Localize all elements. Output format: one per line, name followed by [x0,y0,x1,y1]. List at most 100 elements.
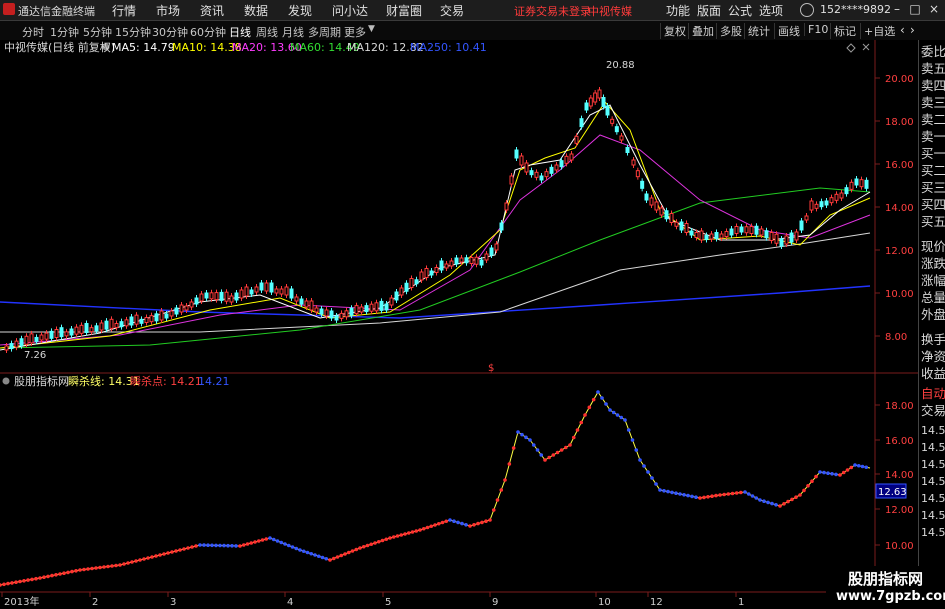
panel-value-7: 14.56 [921,526,945,539]
menu-banmian[interactable]: 版面 [697,2,721,19]
high-price-annotation: 20.88 [606,60,635,71]
close-icon[interactable]: × [925,2,943,17]
panel-value-6: 14.56 [921,509,945,522]
indicator-axis-tick: 12.00 [885,505,914,516]
maximize-icon[interactable]: □ [906,2,924,17]
panel-auto-trade[interactable]: 自动 [921,385,945,402]
panel-value-5: 14.56 [921,492,945,505]
period-monthly[interactable]: 月线 [282,24,304,40]
period-weekly[interactable]: 周线 [256,24,278,40]
user-icon[interactable] [800,3,814,17]
panel-buy3[interactable]: 买三 [921,179,945,196]
title-bar: 通达信金融终端 行情 市场 资讯 数据 发现 问小达 财富圈 交易 证券交易未登… [0,0,945,21]
ma250-label: MA250: 10.41 [410,41,487,54]
date-axis-tick: 5 [385,597,391,608]
menu-zixun[interactable]: 资讯 [200,2,224,19]
indicator-axis-tick: 18.00 [885,401,914,412]
period-daily[interactable]: 日线 [229,24,251,40]
panel-sell2[interactable]: 卖二 [921,111,945,128]
period-fenshi[interactable]: 分时 [22,24,44,40]
panel-value-3: 14.56 [921,458,945,471]
more-dropdown-icon[interactable]: ▼ [368,24,375,34]
panel-change-pct[interactable]: 涨幅 [921,272,945,289]
period-1min[interactable]: 1分钟 [50,24,79,40]
stock-header-label: 中视传媒(日线 前复权) [4,40,115,54]
panel-buy1[interactable]: 买一 [921,145,945,162]
tool-tongji[interactable]: 统计 [744,23,773,39]
app-logo-icon [3,3,15,15]
low-price-annotation: 7.26 [24,350,46,361]
panel-sell4[interactable]: 卖四 [921,77,945,94]
tool-fuquan[interactable]: 复权 [660,23,689,39]
price-axis-tick: 18.00 [885,117,914,128]
quote-side-panel: 委比 卖五 卖四 卖三 卖二 卖一 买一 买二 买三 买四 买五 现价 涨跌 涨… [918,40,945,609]
date-axis-tick: 2013年 [4,595,39,608]
panel-net-assets[interactable]: 净资 [921,348,945,365]
tool-huaxian[interactable]: 画线 [774,23,803,39]
panel-sell1[interactable]: 卖一 [921,128,945,145]
panel-buy4[interactable]: 买四 [921,196,945,213]
user-phone[interactable]: 152****9892 [820,3,891,16]
panel-trade[interactable]: 交易 [921,402,945,419]
price-axis-tick: 14.00 [885,203,914,214]
menu-wenxiaoda[interactable]: 问小达 [332,2,368,19]
menu-xuanxiang[interactable]: 选项 [759,2,783,19]
price-axis-tick: 20.00 [885,74,914,85]
menu-caifuquan[interactable]: 财富圈 [386,2,422,19]
period-5min[interactable]: 5分钟 [83,24,112,40]
watermark-url: www.7gpzb.com [836,589,945,604]
login-warning[interactable]: 证券交易未登录 [514,3,591,19]
period-60min[interactable]: 60分钟 [190,24,226,40]
watermark: 股朋指标网 www.7gpzb.com [826,566,945,609]
panel-change[interactable]: 涨跌 [921,255,945,272]
date-axis-tick: 10 [598,597,611,608]
menu-shichang[interactable]: 市场 [156,2,180,19]
menu-gongshi[interactable]: 公式 [728,2,752,19]
app-name: 通达信金融终端 [18,5,95,18]
ma5-label: MA5: 14.79 [112,41,175,54]
minimize-icon[interactable]: – [888,2,906,17]
panel-earnings[interactable]: 收益 [921,365,945,382]
panel-buy5[interactable]: 买五 [921,213,945,230]
prev-arrow-icon[interactable]: ‹ [900,23,905,37]
period-15min[interactable]: 15分钟 [115,24,151,40]
price-axis-tick: 16.00 [885,160,914,171]
panel-buy2[interactable]: 买二 [921,162,945,179]
panel-sell5[interactable]: 卖五 [921,60,945,77]
price-axis-tick: 12.00 [885,246,914,257]
date-axis-tick: 4 [287,597,293,608]
panel-outer-vol[interactable]: 外盘 [921,306,945,323]
menu-jiaoyi[interactable]: 交易 [440,2,464,19]
period-multi[interactable]: 多周期 [308,24,341,40]
panel-turnover[interactable]: 换手 [921,331,945,348]
menu-gongneng[interactable]: 功能 [666,2,690,19]
menu-hangqing[interactable]: 行情 [112,2,136,19]
menu-shuju[interactable]: 数据 [244,2,268,19]
indicator-blue-label: 14.21 [198,375,230,388]
panel-volume[interactable]: 总量 [921,289,945,306]
menu-faxian[interactable]: 发现 [288,2,312,19]
panel-sell3[interactable]: 卖三 [921,94,945,111]
date-axis-tick: 2 [92,597,98,608]
date-axis-tick: 12 [650,597,663,608]
indicator-settings-icon[interactable] [2,377,10,385]
dividend-marker: $ [488,363,494,374]
tool-biaoji[interactable]: 标记 [830,23,859,39]
tool-zixuan[interactable]: +自选 [860,23,898,39]
date-axis-tick: 9 [492,597,498,608]
indicator-axis-tick: 10.00 [885,541,914,552]
period-more[interactable]: 更多 [344,24,366,40]
panel-value-4: 14.56 [921,475,945,488]
period-bar: 分时 1分钟 5分钟 15分钟 30分钟 60分钟 日线 周线 月线 多周期 更… [0,21,945,41]
indicator-current-value: 12.63 [878,487,907,498]
panel-weibi[interactable]: 委比 [921,43,945,60]
tool-f10[interactable]: F10 [804,23,831,36]
tool-diejia[interactable]: 叠加 [688,23,717,39]
panel-price[interactable]: 现价 [921,238,945,255]
indicator-axis-tick: 16.00 [885,436,914,447]
kline-chart[interactable]: 20.00 18.00 16.00 14.00 12.00 10.00 8.00 18.00 1… [0,40,918,609]
watermark-title: 股朋指标网 [848,570,924,588]
tool-duogu[interactable]: 多股 [716,23,745,39]
next-arrow-icon[interactable]: › [910,23,915,37]
period-30min[interactable]: 30分钟 [152,24,188,40]
